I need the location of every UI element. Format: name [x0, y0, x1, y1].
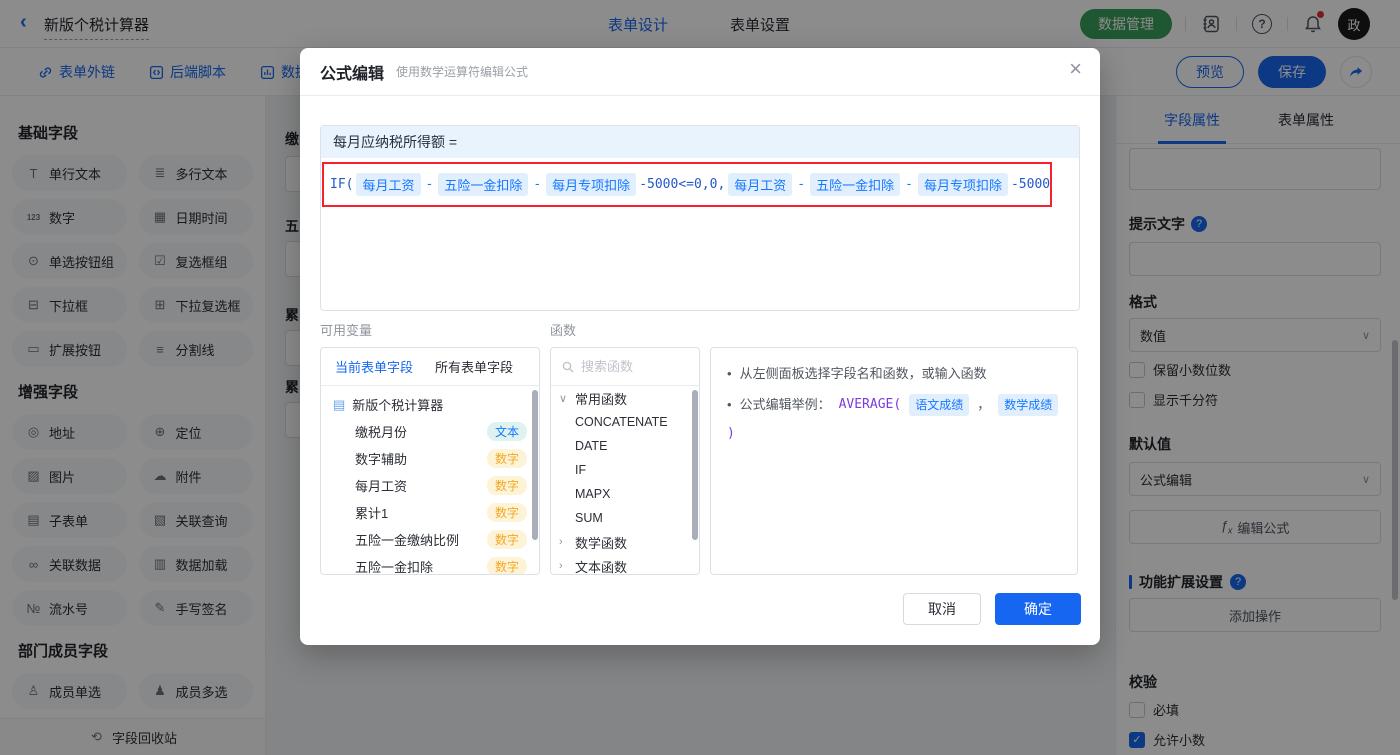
function-group-label: 常用函数 [575, 391, 628, 407]
variable-type-badge: 数字 [486, 503, 527, 522]
bullet-icon: • [727, 397, 732, 412]
formula-expression[interactable]: IF(每月工资 - 五险一金扣除 - 每月专项扣除 -5000<=0,0, 每月工资 - 五险一… [322, 162, 1052, 207]
variable-type-badge: 数字 [486, 476, 527, 495]
variables-tree-root[interactable]: ▤ 新版个税计算器 [321, 386, 539, 418]
variable-item-数字辅助[interactable]: 数字辅助 数字 [321, 445, 539, 472]
function-group-数学函数[interactable]: › 数学函数 [551, 530, 699, 554]
variable-name: 五险一金扣除 [355, 560, 434, 575]
document-icon: ▤ [333, 396, 346, 412]
variable-item-五险一金扣除[interactable]: 五险一金扣除 数字 [321, 553, 539, 575]
example-chip: 数学成绩 [998, 394, 1059, 416]
chevron-right-icon: › [559, 560, 563, 572]
function-item-MAPX[interactable]: MAPX [551, 482, 699, 506]
formula-editor: 每月应纳税所得额 = IF(每月工资 - 五险一金扣除 - 每月专项扣除 -5000<=0… [320, 125, 1080, 311]
chevron-right-icon: › [559, 536, 563, 548]
tab-current-form-fields[interactable]: 当前表单字段 [335, 357, 413, 376]
function-item-SUM[interactable]: SUM [551, 506, 699, 530]
app-window: ‹ 新版个税计算器 表单设计 表单设置 数据管理 ? 政 表单外链 后端脚本 预… [0, 0, 1400, 755]
formula-code-token: -5000<=0,0, [639, 177, 726, 192]
variable-name: 缴税月份 [355, 425, 408, 440]
formula-code-token: -5000) [1010, 177, 1051, 192]
function-search-input[interactable] [581, 359, 681, 374]
modal-title: 公式编辑 [320, 65, 385, 83]
function-search [551, 348, 699, 386]
function-item-DATE[interactable]: DATE [551, 434, 699, 458]
variable-name: 每月工资 [355, 479, 408, 494]
modal-subtitle: 使用数学运算符编辑公式 [396, 65, 529, 79]
cancel-button[interactable]: 取消 [903, 593, 981, 625]
variables-panel: 当前表单字段 所有表单字段 ▤ 新版个税计算器 缴税月份 文本 数字辅助 数字 每月工资… [320, 347, 540, 575]
tab-all-form-fields[interactable]: 所有表单字段 [435, 357, 513, 376]
variables-tabs: 当前表单字段 所有表单字段 [321, 348, 539, 386]
chevron-down-icon: ∨ [559, 392, 568, 405]
example-chip: 语文成绩 [909, 394, 970, 416]
formula-variable-chip[interactable]: 每月专项扣除 [546, 173, 637, 196]
variable-type-badge: 数字 [486, 557, 527, 574]
function-item-CONCATENATE[interactable]: CONCATENATE [551, 410, 699, 434]
variable-type-badge: 文本 [486, 422, 527, 441]
formula-variable-chip[interactable]: 每月专项扣除 [917, 173, 1008, 196]
variable-name: 累计1 [355, 506, 389, 521]
hint-line-2: • 公式编辑举例： AVERAGE( 语文成绩 ， 数学成绩 ) [727, 394, 1061, 444]
function-group-label: 文本函数 [575, 559, 628, 575]
formula-code-token: IF( [330, 177, 354, 192]
function-group-常用函数[interactable]: ∨ 常用函数 [551, 386, 699, 410]
formula-code-token: - [533, 177, 542, 192]
variable-item-每月工资[interactable]: 每月工资 数字 [321, 472, 539, 499]
formula-code-token: - [797, 177, 806, 192]
function-group-label: 数学函数 [575, 535, 628, 551]
scrollbar-thumb[interactable] [532, 390, 538, 540]
variable-type-badge: 数字 [486, 530, 527, 549]
formula-target: 每月应纳税所得额 = [321, 126, 1079, 158]
hint-line-1: • 从左侧面板选择字段名和函数，或输入函数 [727, 364, 1061, 384]
formula-variable-chip[interactable]: 每月工资 [728, 173, 793, 196]
hints-panel: • 从左侧面板选择字段名和函数，或输入函数 • 公式编辑举例： AVERAGE(… [710, 347, 1078, 575]
functions-panel: ∨ 常用函数 CONCATENATEDATEIFMAPXSUM › 数学函数 › 文本函数 [550, 347, 700, 575]
variable-name: 五险一金缴纳比例 [355, 533, 460, 548]
confirm-button[interactable]: 确定 [995, 593, 1081, 625]
close-icon[interactable]: × [1069, 58, 1082, 80]
scrollbar-thumb[interactable] [692, 390, 698, 540]
formula-edit-modal: 公式编辑 使用数学运算符编辑公式 × 每月应纳税所得额 = IF(每月工资 - 五险… [300, 48, 1100, 645]
formula-code-token: - [905, 177, 913, 192]
variable-name: 数字辅助 [355, 452, 408, 467]
function-group-文本函数[interactable]: › 文本函数 [551, 554, 699, 575]
formula-code-token: - [425, 177, 434, 192]
bullet-icon: • [727, 366, 732, 381]
variables-label: 可用变量 [320, 323, 373, 338]
variable-type-badge: 数字 [486, 449, 527, 468]
search-icon [562, 361, 574, 372]
variable-item-缴税月份[interactable]: 缴税月份 文本 [321, 418, 539, 445]
formula-variable-chip[interactable]: 五险一金扣除 [438, 173, 529, 196]
variable-item-五险一金缴纳比例[interactable]: 五险一金缴纳比例 数字 [321, 526, 539, 553]
function-item-IF[interactable]: IF [551, 458, 699, 482]
modal-header: 公式编辑 使用数学运算符编辑公式 × [300, 48, 1100, 96]
formula-variable-chip[interactable]: 每月工资 [356, 173, 421, 196]
variable-item-累计1[interactable]: 累计1 数字 [321, 499, 539, 526]
functions-label: 函数 [550, 323, 577, 338]
formula-variable-chip[interactable]: 五险一金扣除 [810, 173, 901, 196]
